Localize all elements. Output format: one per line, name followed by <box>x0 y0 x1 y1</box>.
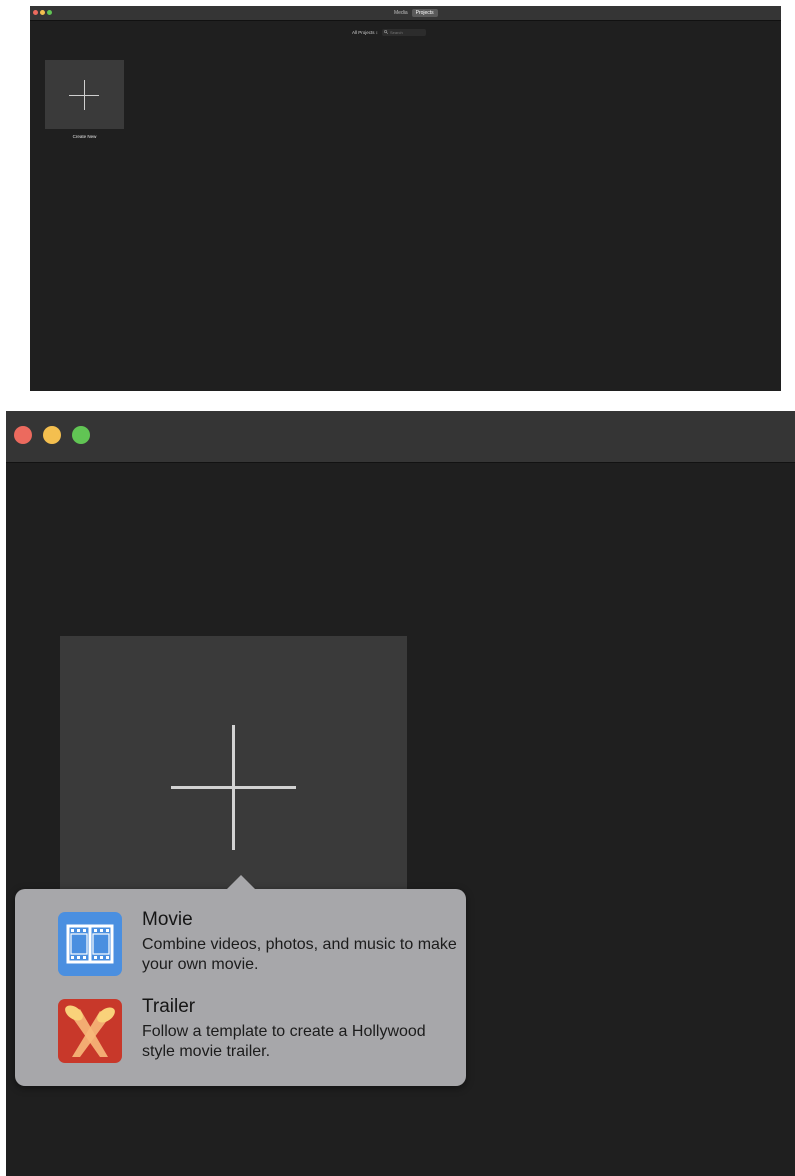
movie-title: Movie <box>142 909 193 930</box>
movie-description: Combine videos, photos, and music to mak… <box>142 936 457 973</box>
projects-tab[interactable]: Projects <box>411 9 438 17</box>
popover-arrow <box>227 875 255 889</box>
search-field[interactable]: Search <box>382 28 427 36</box>
create-new-tile[interactable] <box>45 60 124 129</box>
trailer-description: Follow a template to create a Hollywood … <box>142 1023 426 1060</box>
search-icon <box>384 30 389 34</box>
minimize-button-zoomed[interactable] <box>43 426 61 444</box>
plus-icon-zoomed-vertical <box>232 725 235 850</box>
projects-toolbar: All Projects ↕ Search <box>352 28 427 36</box>
title-bar-zoomed <box>6 411 795 463</box>
trailer-option[interactable]: Trailer Follow a template to create a Ho… <box>58 996 458 1065</box>
create-new-popover: Movie Combine videos, photos, and music … <box>15 875 466 1086</box>
create-new-label: Create New <box>72 134 97 139</box>
view-segmented-control: Media Projects <box>390 9 438 17</box>
media-tab[interactable]: Media <box>390 9 412 17</box>
title-bar: Media Projects <box>30 6 781 21</box>
spotlights-icon <box>58 999 122 1063</box>
close-button-zoomed[interactable] <box>14 426 32 444</box>
imovie-window-overview: Media Projects All Projects ↕ Search Cre… <box>30 6 781 391</box>
close-button[interactable] <box>33 10 38 15</box>
all-projects-filter[interactable]: All Projects ↕ <box>352 30 378 35</box>
minimize-button[interactable] <box>40 10 45 15</box>
film-strip-icon <box>58 912 122 976</box>
imovie-window-zoomed: Movie Combine videos, photos, and music … <box>6 411 795 1176</box>
movie-option[interactable]: Movie Combine videos, photos, and music … <box>58 909 458 978</box>
zoom-button[interactable] <box>47 10 52 15</box>
zoom-button-zoomed[interactable] <box>72 426 90 444</box>
search-placeholder: Search <box>390 29 403 35</box>
trailer-title: Trailer <box>142 996 196 1017</box>
plus-icon-vertical <box>84 80 85 110</box>
traffic-lights-zoomed <box>14 426 90 444</box>
traffic-lights <box>33 10 52 15</box>
